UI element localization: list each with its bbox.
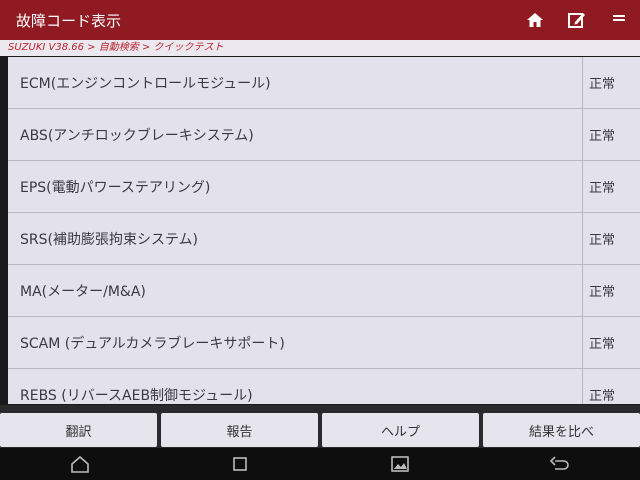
system-name: ECM(エンジンコントロールモジュール) <box>20 75 271 92</box>
system-status: 正常 <box>582 57 640 108</box>
system-name: SRS(補助膨張拘束システム) <box>20 231 199 248</box>
system-row[interactable]: MA(メーター/M&A) 正常 <box>8 265 640 317</box>
system-status: 正常 <box>582 369 640 404</box>
system-row[interactable]: ECM(エンジンコントロールモジュール) 正常 <box>8 57 640 109</box>
system-status: 正常 <box>582 317 640 368</box>
screenshot-icon[interactable] <box>380 448 420 480</box>
system-status: 正常 <box>582 161 640 212</box>
action-bar: 翻訳 報告 ヘルプ 結果を比べ <box>0 405 640 448</box>
more-icon[interactable] <box>598 0 640 40</box>
system-row[interactable]: SCAM (デュアルカメラブレーキサポート) 正常 <box>8 317 640 369</box>
system-status: 正常 <box>582 265 640 316</box>
system-status: 正常 <box>582 213 640 264</box>
system-list: ECM(エンジンコントロールモジュール) 正常 ABS(アンチロックブレーキシス… <box>8 57 640 404</box>
system-row[interactable]: ABS(アンチロックブレーキシステム) 正常 <box>8 109 640 161</box>
back-icon[interactable] <box>540 448 580 480</box>
system-name: REBS (リバースAEB制御モジュール) <box>20 387 253 404</box>
compare-results-button[interactable]: 結果を比べ <box>483 413 640 447</box>
home-icon[interactable] <box>514 0 556 40</box>
system-name: EPS(電動パワーステアリング) <box>20 179 211 196</box>
page-title: 故障コード表示 <box>16 11 122 30</box>
report-button[interactable]: 報告 <box>161 413 318 447</box>
help-button[interactable]: ヘルプ <box>322 413 479 447</box>
title-bar: 故障コード表示 <box>0 0 640 40</box>
system-name: SCAM (デュアルカメラブレーキサポート) <box>20 335 285 352</box>
system-name: ABS(アンチロックブレーキシステム) <box>20 127 254 144</box>
home-nav-icon[interactable] <box>60 448 100 480</box>
recent-apps-icon[interactable] <box>220 448 260 480</box>
translate-button[interactable]: 翻訳 <box>0 413 157 447</box>
android-nav-bar <box>0 448 640 480</box>
system-status: 正常 <box>582 109 640 160</box>
system-row[interactable]: REBS (リバースAEB制御モジュール) 正常 <box>8 369 640 404</box>
system-row[interactable]: EPS(電動パワーステアリング) 正常 <box>8 161 640 213</box>
breadcrumb: SUZUKI V38.66 > 自動検索 > クイックテスト <box>0 40 640 56</box>
system-row[interactable]: SRS(補助膨張拘束システム) 正常 <box>8 213 640 265</box>
system-name: MA(メーター/M&A) <box>20 283 146 300</box>
edit-icon[interactable] <box>556 0 598 40</box>
